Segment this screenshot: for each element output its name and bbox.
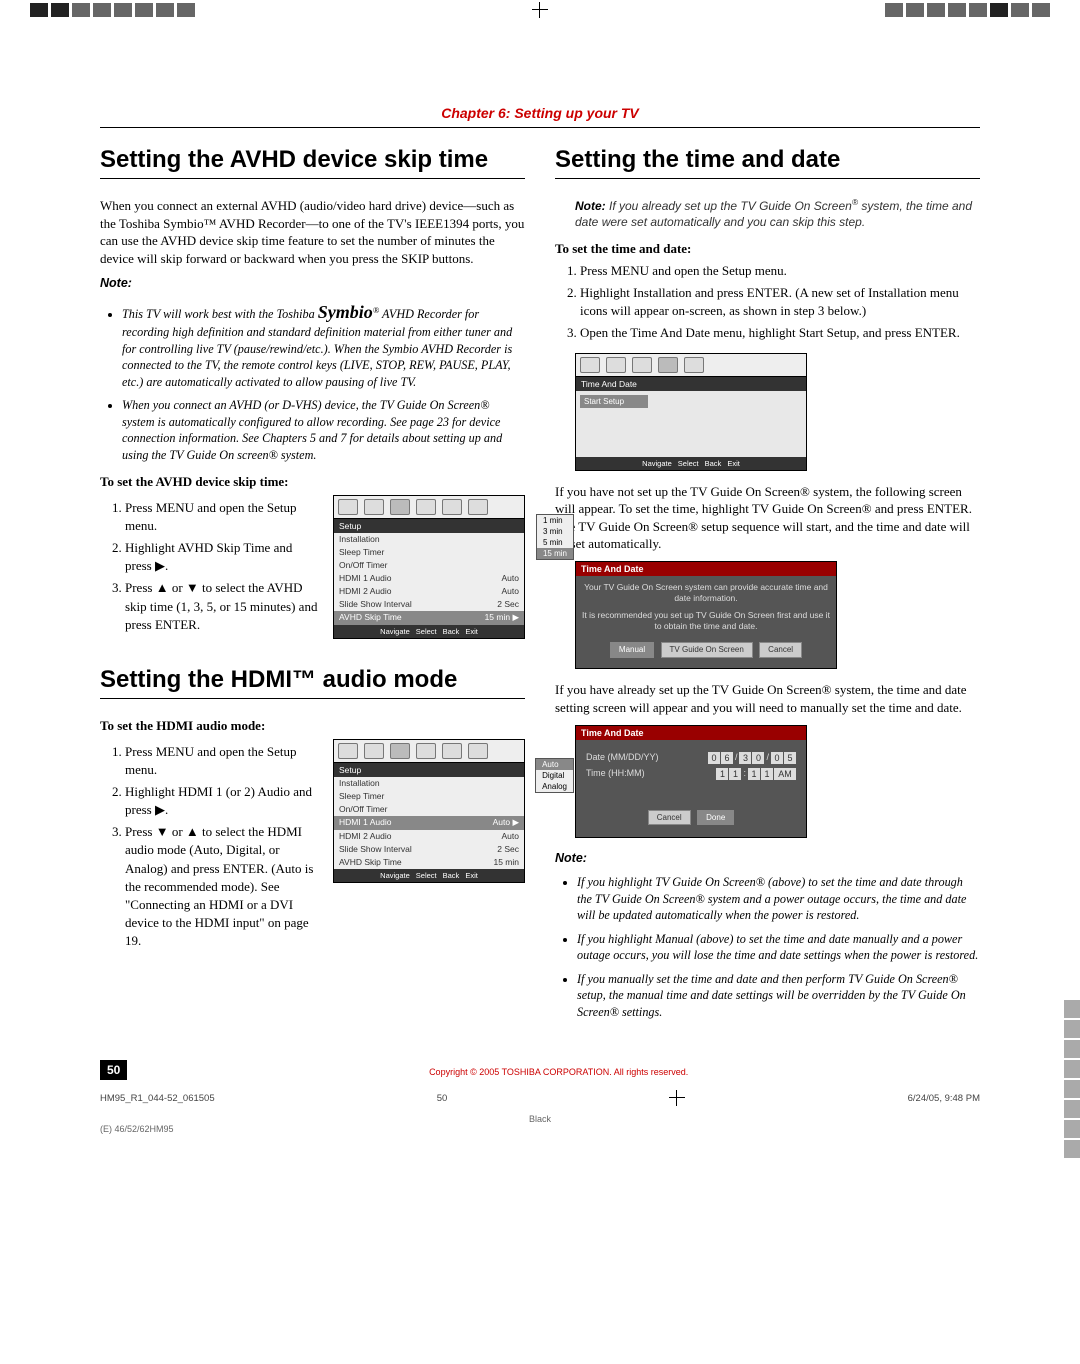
- note-label: Note:: [100, 275, 525, 292]
- avhd-step-3: Press ▲ or ▼ to select the AVHD skip tim…: [125, 579, 318, 634]
- td-para-1: If you have not set up the TV Guide On S…: [555, 483, 980, 553]
- cancel-button: Cancel: [759, 642, 802, 658]
- note-bullet-2: When you connect an AVHD (or D-VHS) devi…: [122, 397, 525, 463]
- footer-page-num: 50: [437, 1093, 448, 1104]
- registration-target-icon: [669, 1090, 685, 1106]
- footer-doc-id: HM95_R1_044-52_061505: [100, 1093, 215, 1104]
- footer-color: Black: [100, 1114, 980, 1124]
- hdmi-step-1: Press MENU and open the Setup menu.: [125, 743, 318, 779]
- lock-icon: [442, 743, 462, 759]
- date-label: Date (MM/DD/YY): [586, 752, 659, 764]
- lock-icon: [442, 499, 462, 515]
- left-column: Setting the AVHD device skip time When y…: [100, 146, 525, 1030]
- manual-button: Manual: [610, 642, 654, 658]
- top-note: Note: If you already set up the TV Guide…: [555, 197, 980, 230]
- page-footer: 50 Copyright © 2005 TOSHIBA CORPORATION.…: [100, 1060, 980, 1134]
- done-button: Done: [697, 810, 734, 825]
- bottom-note-1: If you highlight TV Guide On Screen® (ab…: [577, 874, 980, 923]
- setup-menu-panel-hdmi: Setup Installation Sleep Timer On/Off Ti…: [333, 739, 525, 883]
- bottom-note-label: Note:: [555, 850, 980, 867]
- section-title-hdmi: Setting the HDMI™ audio mode: [100, 666, 525, 694]
- bottom-note-2: If you highlight Manual (above) to set t…: [577, 931, 980, 964]
- registration-target-icon: [532, 2, 548, 18]
- clock-icon: [658, 357, 678, 373]
- time-date-panel-manual: Time And Date Date (MM/DD/YY) 0 6 / 3 0 …: [575, 725, 807, 838]
- time-value: 1 1 : 1 1 AM: [716, 768, 796, 780]
- footer-timestamp: 6/24/05, 9:48 PM: [908, 1093, 980, 1104]
- avhd-step-2: Highlight AVHD Skip Time and press ▶.: [125, 539, 318, 575]
- chapter-header: Chapter 6: Setting up your TV: [100, 105, 980, 121]
- td-step-2: Highlight Installation and press ENTER. …: [580, 284, 980, 320]
- bottom-note-3: If you manually set the time and date an…: [577, 971, 980, 1020]
- header-rule: [100, 127, 980, 128]
- td-step-1: Press MENU and open the Setup menu.: [580, 262, 980, 280]
- hdmi-step-3: Press ▼ or ▲ to select the HDMI audio mo…: [125, 823, 318, 950]
- footer-model: (E) 46/52/62HM95: [100, 1124, 980, 1134]
- setup-menu-panel-avhd: Setup Installation Sleep Timer On/Off Ti…: [333, 495, 525, 639]
- setup-title: Setup: [334, 519, 524, 533]
- time-date-panel-tvguide: Time And Date Your TV Guide On Screen sy…: [575, 561, 837, 670]
- page-number: 50: [100, 1060, 127, 1080]
- avhd-step-1: Press MENU and open the Setup menu.: [125, 499, 318, 535]
- time-label: Time (HH:MM): [586, 768, 645, 780]
- section-title-timedate: Setting the time and date: [555, 146, 980, 174]
- procedure-head-hdmi: To set the HDMI audio mode:: [100, 717, 525, 735]
- td-para-2: If you have already set up the TV Guide …: [555, 681, 980, 716]
- wrench-icon: [390, 499, 410, 515]
- side-registration-markers: [1064, 1000, 1080, 1158]
- date-value: 0 6 / 3 0 / 0 5: [708, 752, 796, 764]
- hdmi-step-2: Highlight HDMI 1 (or 2) Audio and press …: [125, 783, 318, 819]
- td-step-3: Open the Time And Date menu, highlight S…: [580, 324, 980, 342]
- right-column: Setting the time and date Note: If you a…: [555, 146, 980, 1030]
- cancel-button: Cancel: [648, 810, 691, 825]
- antenna-icon: [580, 357, 600, 373]
- copyright: Copyright © 2005 TOSHIBA CORPORATION. Al…: [137, 1067, 980, 1077]
- print-registration-top: [0, 0, 1080, 20]
- note-bullet-1: This TV will work best with the Toshiba …: [122, 300, 525, 390]
- hdmi-audio-popup: Auto Digital Analog: [535, 758, 574, 793]
- avhd-intro: When you connect an external AVHD (audio…: [100, 197, 525, 267]
- tvguide-button: TV Guide On Screen: [661, 642, 753, 658]
- procedure-head-avhd: To set the AVHD device skip time:: [100, 473, 525, 491]
- procedure-head-timedate: To set the time and date:: [555, 240, 980, 258]
- avhd-skip-popup: 1 min 3 min 5 min 15 min: [536, 514, 574, 560]
- menu-footer-hints: Navigate Select Back Exit: [334, 625, 524, 638]
- wrench-icon: [390, 743, 410, 759]
- section-title-avhd: Setting the AVHD device skip time: [100, 146, 525, 174]
- time-date-panel-start: Time And Date Start Setup Navigate Selec…: [575, 353, 807, 471]
